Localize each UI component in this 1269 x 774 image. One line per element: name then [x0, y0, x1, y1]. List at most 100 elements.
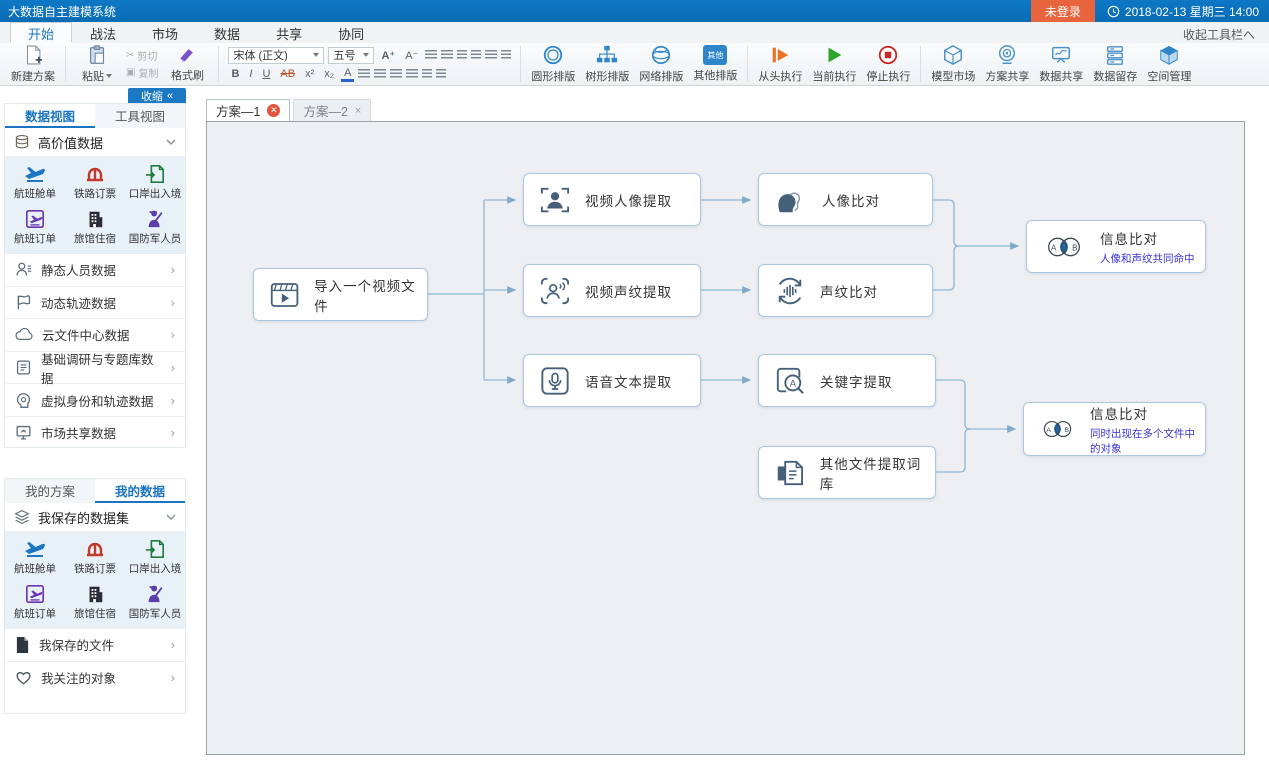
- format-painter-button[interactable]: 格式刷: [161, 44, 213, 84]
- dataset-military-personnel[interactable]: 国防军人员: [125, 205, 185, 250]
- close-tab-icon[interactable]: ×: [355, 105, 361, 117]
- cut-button[interactable]: ✂ 剪切: [126, 48, 158, 63]
- space-management-button[interactable]: 空间管理: [1142, 44, 1196, 84]
- indent-icon[interactable]: [471, 50, 481, 60]
- ribbon-separator: [520, 46, 521, 82]
- font-size-select[interactable]: 五号: [328, 47, 374, 64]
- network-layout-button[interactable]: 网络排版: [634, 44, 688, 84]
- node-info-compare-1[interactable]: A B 信息比对 人像和声纹共同命中: [1026, 220, 1206, 273]
- dataset-label: 旅馆住宿: [74, 231, 116, 246]
- server-stack-icon: [1103, 44, 1127, 66]
- dataset-hotel-stay[interactable]: 旅馆住宿: [65, 205, 125, 250]
- dataset-railway-ticket[interactable]: 铁路订票: [65, 160, 125, 205]
- shading-icon[interactable]: [436, 69, 446, 79]
- grow-font-button[interactable]: A⁺: [378, 49, 398, 62]
- node-video-voiceprint-extract[interactable]: 视频声纹提取: [523, 264, 701, 317]
- numbered-list-icon[interactable]: [441, 50, 453, 60]
- node-keyword-extract[interactable]: A 关键字提取: [758, 354, 936, 407]
- new-plan-button[interactable]: 新建方案: [6, 44, 60, 84]
- dataset-railway-ticket[interactable]: 铁路订票: [65, 535, 125, 580]
- titlebar: 大数据自主建模系统 未登录 2018-02-13 星期三 14:00: [0, 0, 1269, 22]
- dataset-flight-manifest[interactable]: 航班舱单: [5, 535, 65, 580]
- superscript-button[interactable]: x²: [302, 68, 317, 80]
- underline-button[interactable]: U: [259, 68, 273, 80]
- tree-layout-button[interactable]: 树形排版: [580, 44, 634, 84]
- menu-tab-share[interactable]: 共享: [258, 22, 320, 43]
- paste-button[interactable]: 粘贴: [71, 44, 123, 84]
- other-layout-button[interactable]: 其他 其他排版: [688, 44, 742, 84]
- strikethrough-button[interactable]: AB: [277, 68, 298, 80]
- saved-datasets-header[interactable]: 我保存的数据集: [5, 503, 185, 532]
- close-tab-icon[interactable]: ✕: [267, 104, 280, 117]
- copy-button[interactable]: ▣ 复制: [126, 65, 158, 80]
- flow-canvas[interactable]: 导入一个视频文件 视频人像提取 视频声纹提取 语音文本提取: [206, 121, 1245, 755]
- justify-icon[interactable]: [406, 69, 418, 79]
- tab-data-view[interactable]: 数据视图: [5, 104, 95, 128]
- dataset-hotel-stay[interactable]: 旅馆住宿: [65, 580, 125, 625]
- italic-button[interactable]: I: [246, 68, 255, 80]
- model-market-button[interactable]: 模型市场: [926, 44, 980, 84]
- node-voiceprint-compare[interactable]: 声纹比对: [758, 264, 933, 317]
- dataset-border-entry[interactable]: 口岸出入境: [125, 535, 185, 580]
- node-info-compare-2[interactable]: A B 信息比对 同时出现在多个文件中的对象: [1023, 402, 1206, 456]
- subscript-button[interactable]: x₂: [321, 68, 337, 80]
- dataset-flight-order[interactable]: 航班订单: [5, 580, 65, 625]
- my-saved-files[interactable]: 我保存的文件 ›: [5, 628, 185, 661]
- menu-tab-collab[interactable]: 协同: [320, 22, 382, 43]
- dataset-flight-order[interactable]: 航班订单: [5, 205, 65, 250]
- tab-tool-view[interactable]: 工具视图: [95, 104, 185, 128]
- font-name-select[interactable]: 宋体 (正文): [228, 47, 324, 64]
- bold-button[interactable]: B: [228, 68, 242, 80]
- tab-my-data[interactable]: 我的数据: [95, 479, 185, 503]
- menu-tab-tactics[interactable]: 战法: [72, 22, 134, 43]
- node-speech-text-extract[interactable]: 语音文本提取: [523, 354, 701, 407]
- plan-tab-2[interactable]: 方案—2 ×: [293, 99, 371, 121]
- category-market-shared[interactable]: 市场共享数据 ›: [5, 416, 185, 449]
- menu-tab-market[interactable]: 市场: [134, 22, 196, 43]
- login-status-badge[interactable]: 未登录: [1031, 0, 1095, 22]
- sort-icon[interactable]: [485, 50, 497, 60]
- data-share-button[interactable]: 数据共享: [1034, 44, 1088, 84]
- node-import-video[interactable]: 导入一个视频文件: [253, 268, 428, 321]
- high-value-data-header[interactable]: 高价值数据: [5, 128, 185, 157]
- menu-tab-start[interactable]: 开始: [10, 22, 72, 43]
- tab-my-plans[interactable]: 我的方案: [5, 479, 95, 503]
- voice-compare-icon: [774, 276, 806, 306]
- edge: [936, 380, 1015, 429]
- category-static-person[interactable]: 静态人员数据 ›: [5, 253, 185, 286]
- node-portrait-compare[interactable]: 人像比对: [758, 173, 933, 226]
- dataset-military-personnel[interactable]: 国防军人员: [125, 580, 185, 625]
- node-other-files-lexicon[interactable]: 其他文件提取词库: [758, 446, 936, 499]
- my-followed-objects[interactable]: 我关注的对象 ›: [5, 661, 185, 694]
- line-spacing-icon[interactable]: [422, 69, 432, 79]
- run-from-start-button[interactable]: 从头执行: [753, 44, 807, 84]
- node-video-portrait-extract[interactable]: 视频人像提取: [523, 173, 701, 226]
- bullet-list-icon[interactable]: [425, 50, 437, 60]
- circle-layout-button[interactable]: 圆形排版: [526, 44, 580, 84]
- category-cloud-files[interactable]: 云文件中心数据 ›: [5, 318, 185, 351]
- plan-tab-1[interactable]: 方案—1 ✕: [206, 99, 290, 121]
- category-survey-library[interactable]: 基础调研与专题库数据 ›: [5, 351, 185, 384]
- keyword-letter: A: [790, 378, 797, 388]
- run-current-button[interactable]: 当前执行: [807, 44, 861, 84]
- network-layout-label: 网络排版: [639, 68, 683, 84]
- outdent-icon[interactable]: [457, 50, 467, 60]
- font-group: 宋体 (正文) 五号 A⁺ A⁻ B I U AB x² x₂ A: [224, 47, 515, 82]
- category-virtual-identity[interactable]: 虚拟身份和轨迹数据 ›: [5, 383, 185, 416]
- plan-share-button[interactable]: 方案共享: [980, 44, 1034, 84]
- chevron-right-icon: ›: [171, 327, 175, 342]
- dataset-border-entry[interactable]: 口岸出入境: [125, 160, 185, 205]
- font-color-button[interactable]: A: [341, 67, 354, 82]
- shrink-font-button[interactable]: A⁻: [402, 49, 421, 62]
- category-dynamic-track[interactable]: 动态轨迹数据 ›: [5, 286, 185, 319]
- table-icon[interactable]: [501, 50, 511, 60]
- collapse-toolbar-button[interactable]: 收起工具栏へ: [1183, 26, 1255, 43]
- align-center-icon[interactable]: [374, 69, 386, 79]
- data-retention-button[interactable]: 数据留存: [1088, 44, 1142, 84]
- align-right-icon[interactable]: [390, 69, 402, 79]
- sidebar-collapse-button[interactable]: 收缩 «: [128, 88, 186, 104]
- menu-tab-data[interactable]: 数据: [196, 22, 258, 43]
- align-left-icon[interactable]: [358, 69, 370, 79]
- dataset-flight-manifest[interactable]: 航班舱单: [5, 160, 65, 205]
- stop-button[interactable]: 停止执行: [861, 44, 915, 84]
